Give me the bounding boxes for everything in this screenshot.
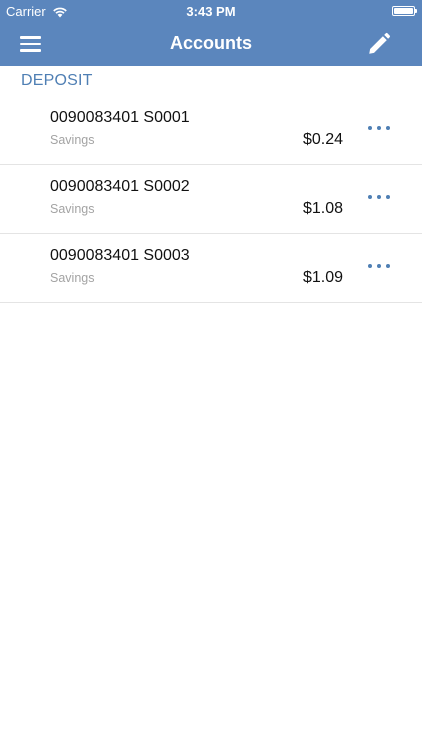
app-header: Carrier 3:43 PM Accounts (0, 0, 422, 66)
ellipsis-icon (386, 195, 390, 199)
ellipsis-icon (368, 195, 372, 199)
section-header-deposit: DEPOSIT (21, 72, 93, 89)
ellipsis-icon (368, 264, 372, 268)
more-options-button[interactable] (368, 259, 390, 273)
ellipsis-icon (377, 195, 381, 199)
edit-button[interactable] (366, 31, 392, 57)
account-type: Savings (50, 271, 95, 285)
account-row[interactable]: 0090083401 S0002 Savings $1.08 (0, 165, 422, 234)
account-list: 0090083401 S0001 Savings $0.24 009008340… (0, 96, 422, 303)
account-type: Savings (50, 202, 95, 216)
battery-icon (392, 6, 417, 16)
pencil-icon (369, 33, 390, 54)
account-balance: $0.24 (302, 131, 343, 148)
more-options-button[interactable] (368, 190, 390, 204)
status-time: 3:43 PM (186, 4, 236, 19)
account-number: 0090083401 S0002 (50, 178, 190, 195)
ellipsis-icon (386, 264, 390, 268)
account-balance: $1.09 (302, 269, 343, 286)
navigation-bar: Accounts (0, 22, 422, 66)
battery-level (394, 8, 413, 14)
status-bar: Carrier 3:43 PM (0, 0, 422, 22)
account-row[interactable]: 0090083401 S0003 Savings $1.09 (0, 234, 422, 303)
page-title: Accounts (169, 33, 252, 53)
account-number: 0090083401 S0003 (50, 247, 190, 264)
account-balance: $1.08 (302, 200, 343, 217)
more-options-button[interactable] (368, 121, 390, 135)
account-number: 0090083401 S0001 (50, 109, 190, 126)
ellipsis-icon (377, 264, 381, 268)
account-row[interactable]: 0090083401 S0001 Savings $0.24 (0, 96, 422, 165)
ellipsis-icon (377, 126, 381, 130)
ellipsis-icon (386, 126, 390, 130)
account-type: Savings (50, 133, 95, 147)
ellipsis-icon (368, 126, 372, 130)
